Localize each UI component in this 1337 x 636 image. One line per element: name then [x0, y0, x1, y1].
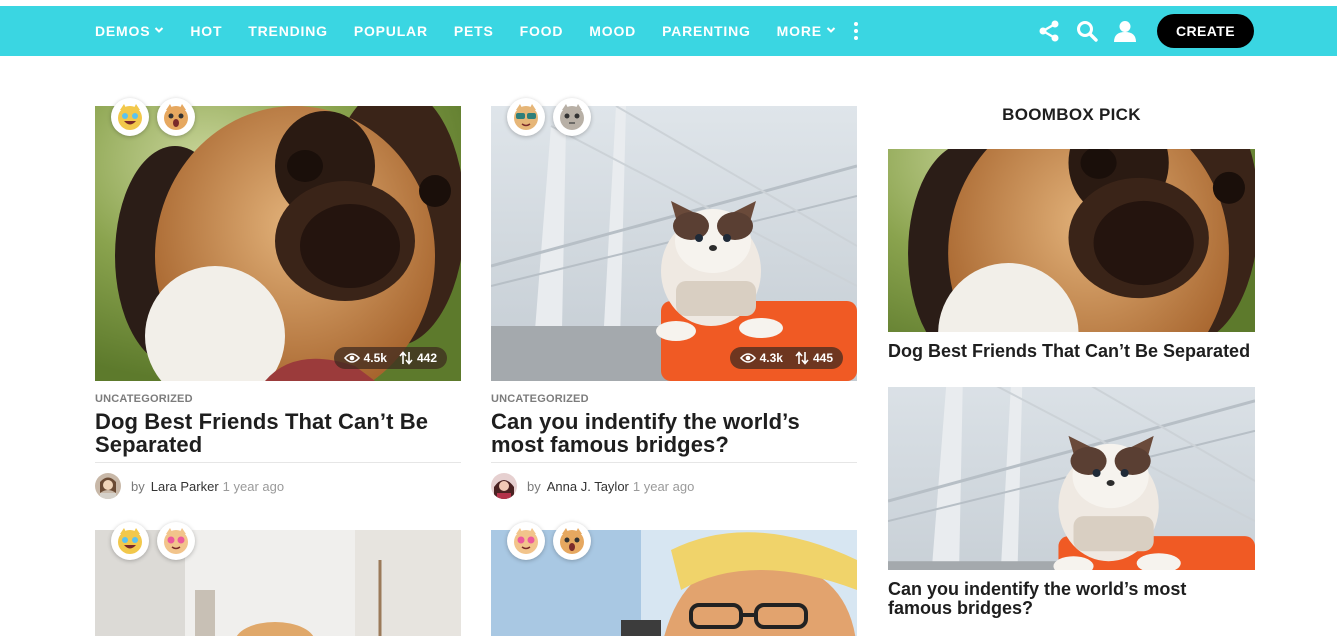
sidebar-boombox-pick: BOOMBOX PICK Dog Best Friends That Can’t… [888, 96, 1255, 618]
post-title[interactable]: Can you indentify the world’s most famou… [491, 410, 857, 456]
more-options-icon[interactable] [853, 22, 858, 40]
share-icon[interactable] [1037, 19, 1061, 43]
nav-item-popular[interactable]: POPULAR [354, 23, 428, 39]
nav-item-more[interactable]: MORE [777, 23, 836, 39]
reaction-badge-omg[interactable] [553, 522, 591, 560]
chevron-down-icon [826, 25, 836, 38]
divider [491, 462, 857, 463]
sidebar-item-image[interactable] [888, 149, 1255, 332]
post-image[interactable] [491, 522, 857, 636]
sidebar-item-title[interactable]: Can you indentify the world’s most famou… [888, 580, 1255, 618]
post-image[interactable]: 4.5k 442 [95, 98, 461, 381]
eye-icon [739, 353, 756, 363]
views-stat: 4.3k [739, 351, 783, 365]
reaction-badge-love[interactable] [507, 522, 545, 560]
post-stats: 4.5k 442 [333, 347, 447, 369]
post-category[interactable]: UNCATEGORIZED [491, 393, 857, 405]
nav-item-trending[interactable]: TRENDING [248, 23, 328, 39]
eye-icon [343, 353, 360, 363]
reaction-badge-meh[interactable] [553, 98, 591, 136]
post-card [95, 522, 461, 636]
post-image[interactable] [95, 522, 461, 636]
nav-item-pets[interactable]: PETS [454, 23, 494, 39]
sidebar-item: Can you indentify the world’s most famou… [888, 387, 1255, 618]
reaction-badge-geeky[interactable] [507, 98, 545, 136]
reaction-badge-lol[interactable] [111, 98, 149, 136]
divider [95, 462, 461, 463]
avatar[interactable] [491, 473, 517, 499]
post-time: 1 year ago [222, 478, 285, 494]
reaction-badges [507, 98, 591, 136]
views-count: 4.5k [363, 351, 387, 365]
nav-item-food[interactable]: FOOD [520, 23, 564, 39]
reaction-badge-love[interactable] [157, 522, 195, 560]
dog-photo [95, 106, 461, 381]
views-stat: 4.5k [343, 351, 387, 365]
author-name[interactable]: Anna J. Taylor [547, 479, 629, 494]
author-name[interactable]: Lara Parker [151, 479, 219, 494]
dog-photo [888, 149, 1255, 332]
nav-item-label: MORE [776, 23, 822, 39]
reaction-badges [111, 522, 195, 560]
chevron-down-icon [154, 25, 164, 38]
reaction-badge-lol[interactable] [111, 522, 149, 560]
by-label: by [527, 478, 541, 494]
votes-stat: 445 [795, 351, 833, 365]
post-card: 4.3k 445 UNCATEGORIZED Can you indentify… [491, 98, 857, 499]
cat-photo [888, 387, 1255, 570]
post-image[interactable]: 4.3k 445 [491, 98, 857, 381]
by-label: by [131, 478, 145, 494]
views-count: 4.3k [759, 351, 783, 365]
create-button[interactable]: CREATE [1157, 14, 1254, 48]
nav-item-label: TRENDING [248, 23, 328, 39]
search-icon[interactable] [1075, 19, 1099, 43]
avatar[interactable] [95, 473, 121, 499]
nav-item-label: PETS [453, 23, 494, 39]
nav-item-label: POPULAR [353, 23, 428, 39]
nav-item-label: HOT [190, 23, 223, 39]
votes-count: 442 [416, 351, 437, 365]
header-actions: CREATE [1037, 6, 1254, 56]
post-title[interactable]: Dog Best Friends That Can’t Be Separated [95, 410, 461, 456]
post-card [491, 522, 857, 636]
post-category[interactable]: UNCATEGORIZED [95, 393, 461, 405]
nav-item-hot[interactable]: HOT [190, 23, 222, 39]
nav-item-label: MOOD [589, 23, 637, 39]
main-menu: DEMOS HOT TRENDING POPULAR PETS FOOD MOO… [95, 6, 858, 56]
post-time: 1 year ago [632, 478, 695, 494]
post-card: 4.5k 442 UNCATEGORIZED Dog Best Friends … [95, 98, 461, 499]
post-stats: 4.3k 445 [729, 347, 843, 369]
user-icon[interactable] [1113, 19, 1137, 43]
votes-stat: 442 [399, 351, 437, 365]
sidebar-item-image[interactable] [888, 387, 1255, 570]
cat-photo [491, 106, 857, 381]
nav-item-label: FOOD [519, 23, 564, 39]
reaction-badges [507, 522, 591, 560]
nav-item-demos[interactable]: DEMOS [95, 23, 164, 39]
sidebar-heading: BOOMBOX PICK [1002, 105, 1141, 124]
nav-item-parenting[interactable]: PARENTING [662, 23, 751, 39]
top-navigation-bar: DEMOS HOT TRENDING POPULAR PETS FOOD MOO… [0, 6, 1337, 56]
updown-arrows-icon [399, 351, 413, 365]
nav-item-label: DEMOS [95, 23, 151, 39]
nav-item-label: PARENTING [662, 23, 751, 39]
reaction-badge-omg[interactable] [157, 98, 195, 136]
post-byline: by Lara Parker 1 year ago [95, 473, 461, 499]
votes-count: 445 [812, 351, 833, 365]
post-byline: by Anna J. Taylor 1 year ago [491, 473, 857, 499]
reaction-badges [111, 98, 195, 136]
sidebar-item-title[interactable]: Dog Best Friends That Can’t Be Separated [888, 342, 1255, 361]
nav-item-mood[interactable]: MOOD [589, 23, 636, 39]
sidebar-item: Dog Best Friends That Can’t Be Separated [888, 149, 1255, 361]
updown-arrows-icon [795, 351, 809, 365]
